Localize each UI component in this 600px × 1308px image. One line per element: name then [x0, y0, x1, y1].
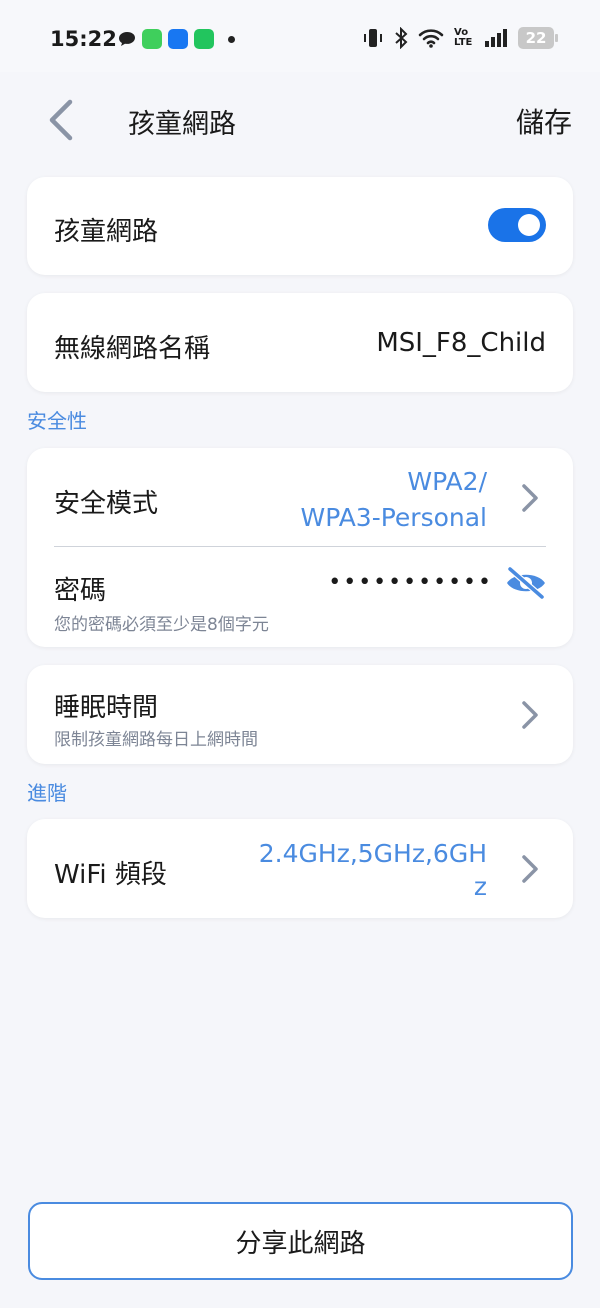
calendar-icon	[194, 29, 214, 49]
password-label: 密碼	[54, 576, 107, 606]
chevron-left-icon	[49, 99, 73, 141]
ssid-value: MSI_F8_Child	[376, 328, 546, 358]
share-network-button[interactable]: 分享此網路	[28, 1202, 573, 1280]
wifi-band-label: WiFi 頻段	[54, 860, 167, 890]
status-time: 15:22	[50, 27, 117, 51]
message-icon	[119, 32, 135, 46]
line-icon	[142, 29, 162, 49]
eye-off-icon[interactable]	[504, 566, 548, 600]
security-mode-value-line1: WPA2/	[407, 467, 487, 496]
child-network-label: 孩童網路	[54, 217, 159, 247]
status-bar: 15:22 Vo LTE 22	[0, 0, 600, 72]
security-section-title: 安全性	[27, 409, 87, 433]
wifi-band-value-line1: 2.4GHz,5GHz,6GH	[258, 839, 487, 868]
battery-icon: 22	[518, 27, 558, 49]
more-notifications-dot	[228, 35, 235, 43]
security-mode-label: 安全模式	[54, 489, 159, 519]
password-hint: 您的密碼必須至少是8個字元	[54, 615, 269, 635]
bluetooth-icon	[395, 27, 408, 49]
wifi-band-value: 2.4GHz,5GHz,6GH z	[259, 838, 487, 902]
security-card: 安全模式 WPA2/ WPA3-Personal 密碼 您的密碼必須至少是8個字…	[27, 448, 573, 647]
chevron-right-icon	[522, 701, 538, 729]
child-network-toggle[interactable]	[488, 208, 546, 242]
vibrate-icon	[364, 29, 382, 47]
volte-icon: Vo LTE	[454, 27, 473, 48]
sleep-time-label: 睡眠時間	[54, 693, 159, 723]
back-button[interactable]	[40, 96, 84, 144]
wifi-band-value-line2: z	[473, 872, 487, 901]
security-mode-value: WPA2/ WPA3-Personal	[301, 466, 488, 533]
save-button[interactable]: 儲存	[516, 101, 572, 141]
child-network-card: 孩童網路	[27, 177, 573, 275]
facebook-icon	[168, 29, 188, 49]
wifi-icon	[418, 29, 444, 48]
system-icons: Vo LTE 22	[362, 27, 558, 49]
notification-icons	[118, 29, 235, 49]
wifi-band-card[interactable]: WiFi 頻段 2.4GHz,5GHz,6GH z	[27, 819, 573, 918]
advanced-section-title: 進階	[27, 781, 67, 805]
security-mode-row[interactable]: 安全模式 WPA2/ WPA3-Personal	[27, 448, 573, 546]
ssid-card[interactable]: 無線網路名稱 MSI_F8_Child	[27, 293, 573, 392]
password-field[interactable]: •••••••••••	[328, 570, 493, 595]
sleep-time-hint: 限制孩童網路每日上網時間	[54, 730, 258, 750]
sleep-time-card[interactable]: 睡眠時間 限制孩童網路每日上網時間	[27, 665, 573, 764]
ssid-label: 無線網路名稱	[54, 334, 211, 364]
chevron-right-icon	[522, 855, 538, 883]
top-app-bar: 孩童網路 儲存	[0, 72, 600, 168]
divider	[54, 546, 546, 547]
page-title: 孩童網路	[128, 109, 236, 140]
chevron-right-icon	[522, 484, 538, 512]
signal-icon	[485, 29, 507, 47]
security-mode-value-line2: WPA3-Personal	[300, 503, 488, 532]
